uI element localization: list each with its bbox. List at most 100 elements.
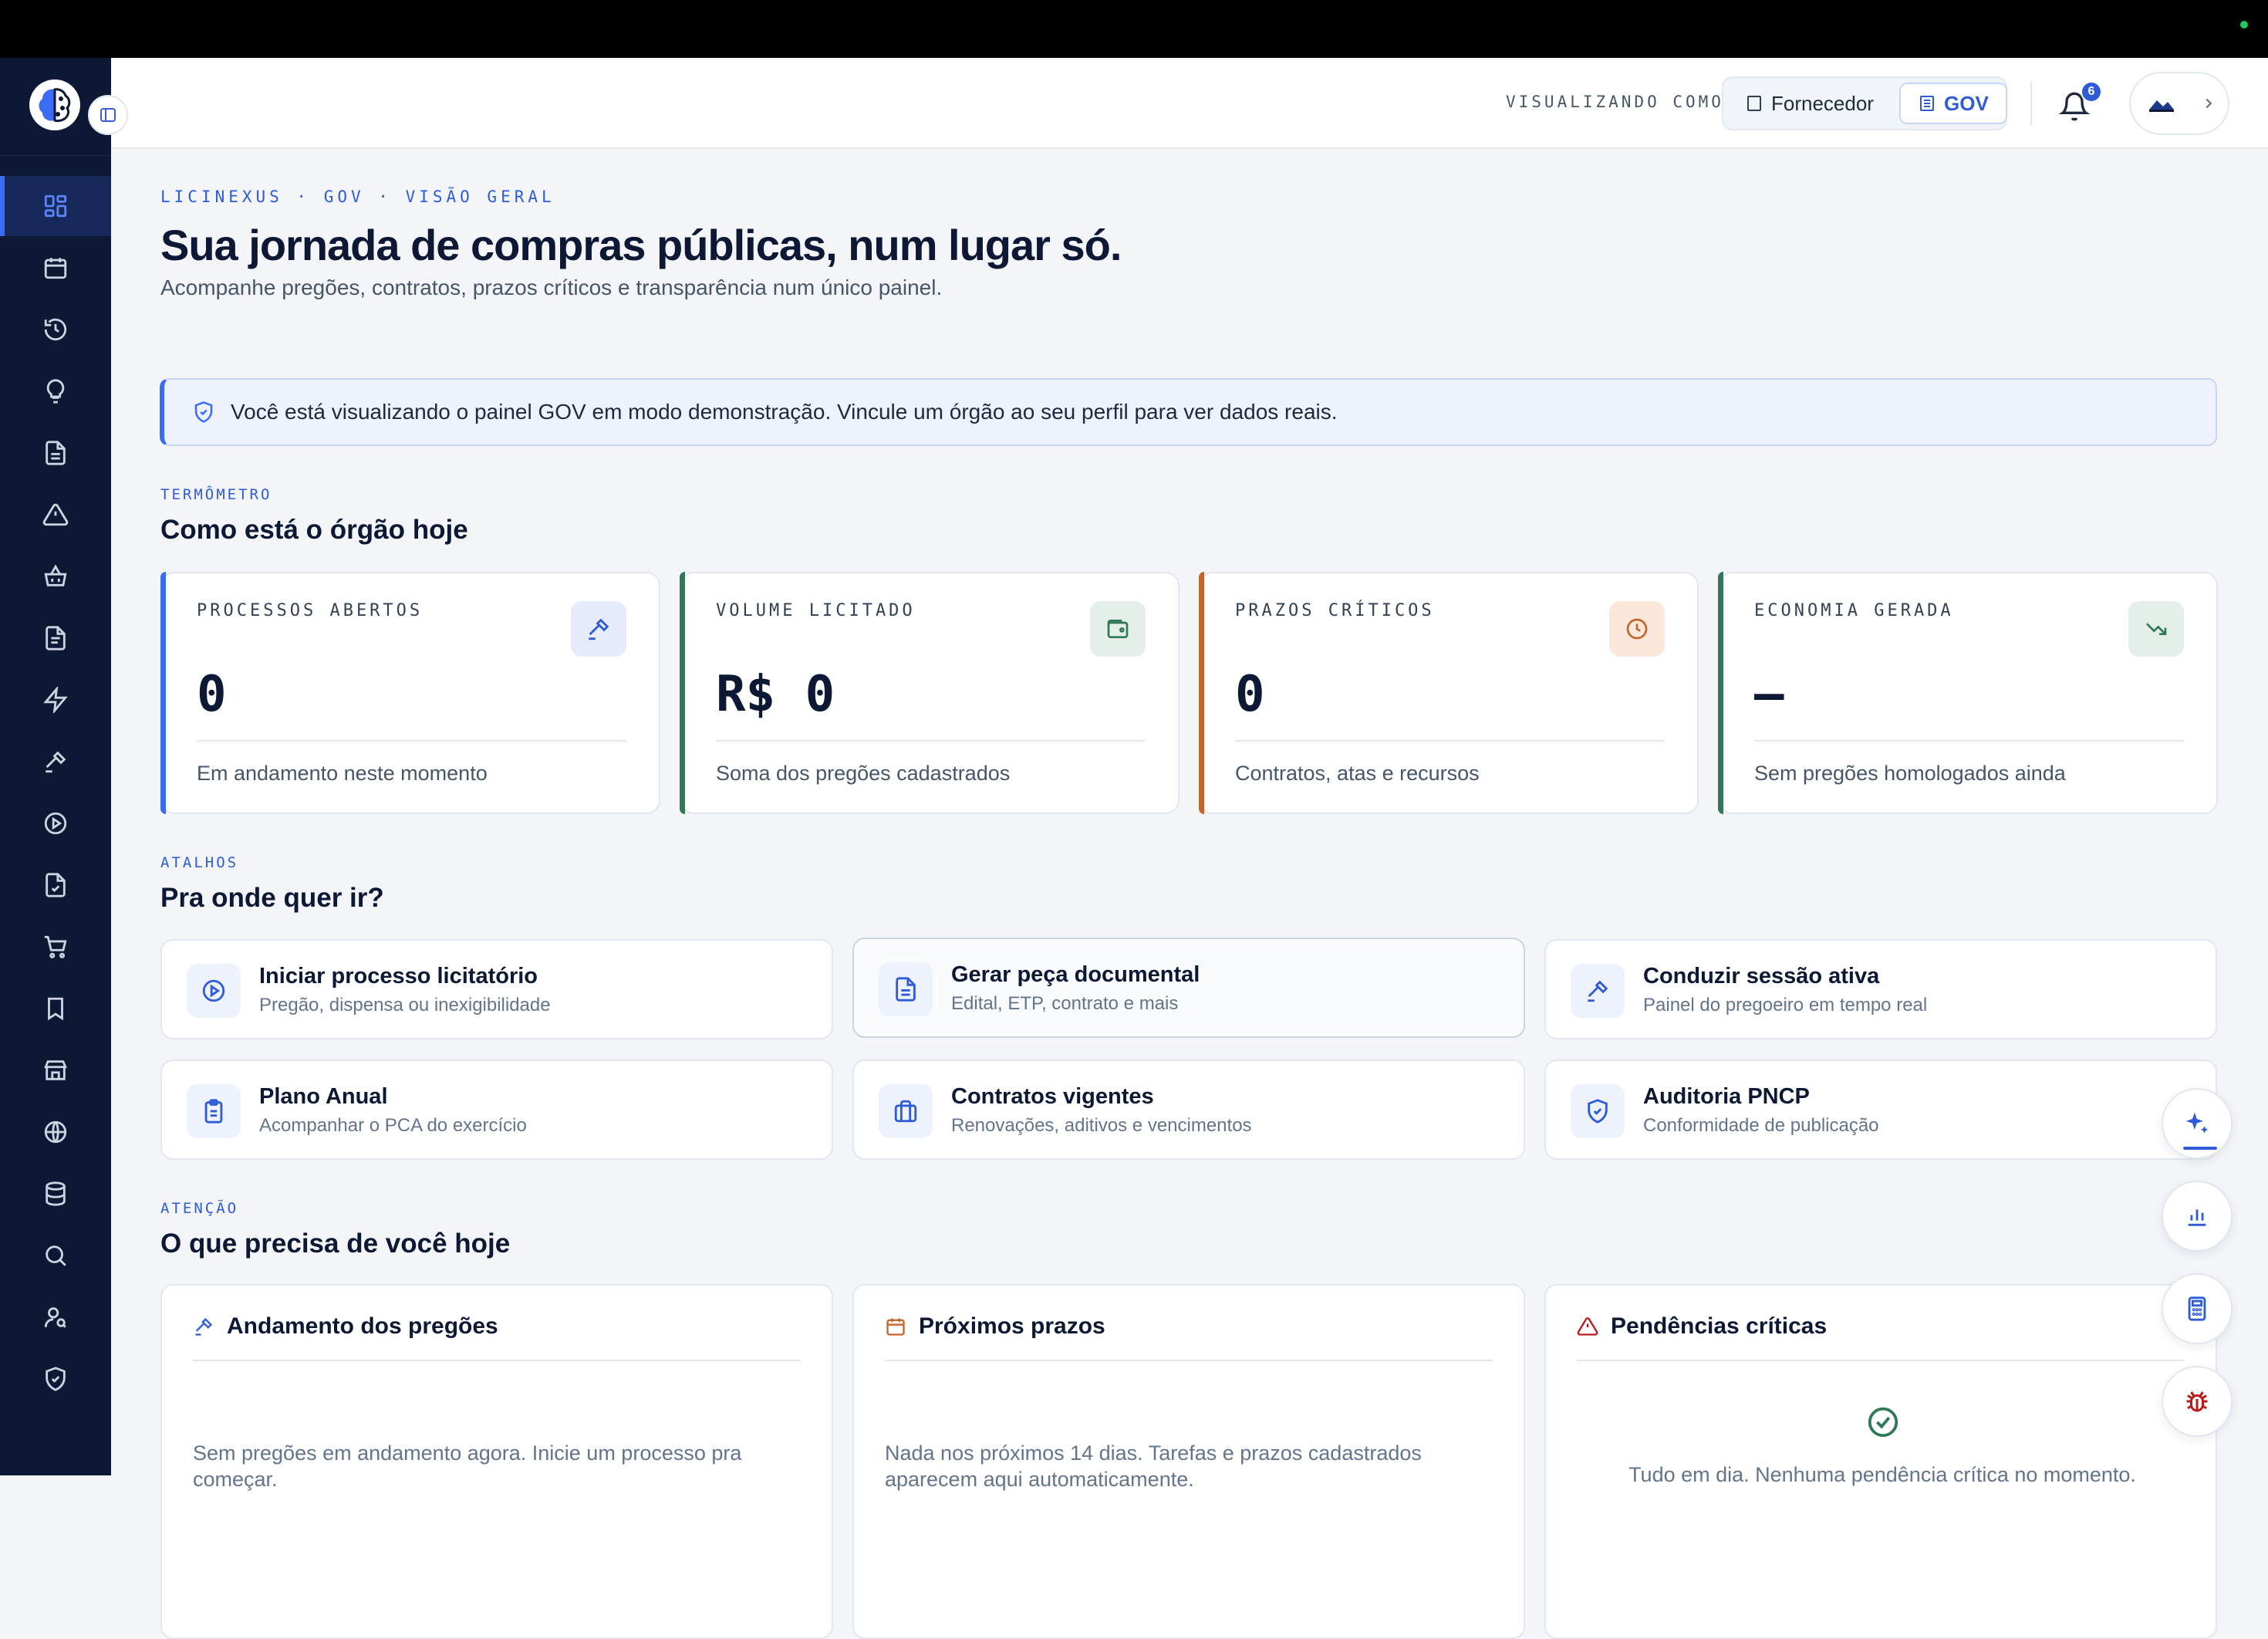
nav-insights[interactable] bbox=[0, 361, 111, 421]
file-text-icon bbox=[46, 626, 66, 651]
nav-auction[interactable] bbox=[0, 732, 111, 792]
ai-assistant-button[interactable] bbox=[2162, 1088, 2233, 1159]
nav-play[interactable] bbox=[0, 793, 111, 853]
calendar-icon bbox=[44, 258, 67, 279]
role-fornecedor-button[interactable]: Fornecedor bbox=[1728, 83, 1891, 124]
viewing-as-label: VISUALIZANDO COMO: bbox=[1506, 93, 1737, 111]
cart-icon bbox=[44, 935, 67, 958]
shortcut-title: Conduzir sessão ativa bbox=[1643, 964, 1880, 988]
play-circle-icon bbox=[44, 812, 67, 835]
kpi-accent-bar bbox=[1718, 572, 1723, 814]
lightbulb-icon bbox=[46, 379, 65, 404]
top-header: VISUALIZANDO COMO: Fornecedor GOV 6 bbox=[111, 58, 2268, 149]
nav-documents[interactable] bbox=[0, 423, 111, 483]
nav-checklist[interactable] bbox=[0, 855, 111, 915]
panel-divider bbox=[1577, 1360, 2185, 1361]
shortcut-description: Pregão, dispensa ou inexigibilidade bbox=[259, 995, 551, 1016]
shortcut-auditoria-pncp[interactable]: Auditoria PNCP Conformidade de publicaçã… bbox=[1544, 1059, 2217, 1160]
nav-user-search[interactable] bbox=[0, 1287, 111, 1347]
header-divider bbox=[2030, 81, 2032, 126]
shortcut-contratos-vigentes[interactable]: Contratos vigentes Renovações, aditivos … bbox=[852, 1059, 1525, 1160]
nav-history[interactable] bbox=[0, 299, 111, 360]
kpi-description: Soma dos pregões cadastrados bbox=[716, 762, 1011, 785]
panel-empty-text: Tudo em dia. Nenhuma pendência crítica n… bbox=[1628, 1463, 2136, 1486]
shortcut-title: Auditoria PNCP bbox=[1643, 1084, 1810, 1109]
nav-dashboard[interactable] bbox=[0, 176, 111, 236]
role-switcher: Fornecedor GOV bbox=[1722, 76, 2007, 130]
nav-reports[interactable] bbox=[0, 608, 111, 668]
sidebar-divider bbox=[0, 155, 111, 156]
nav-cart[interactable] bbox=[0, 917, 111, 977]
kpi-divider bbox=[197, 740, 626, 742]
panel-empty-text: Nada nos próximos 14 dias. Tarefas e pra… bbox=[885, 1441, 1422, 1491]
nav-search[interactable] bbox=[0, 1225, 111, 1286]
nav-bookmarks[interactable] bbox=[0, 978, 111, 1039]
store-icon bbox=[44, 1060, 67, 1080]
demo-notice: Você está visualizando o painel GOV em m… bbox=[160, 378, 2217, 446]
nav-calendar[interactable] bbox=[0, 238, 111, 298]
kpi-value: 0 bbox=[1235, 666, 1265, 723]
kpi-card-volume[interactable]: VOLUME LICITADO R$ 0 Soma dos pregões ca… bbox=[680, 572, 1180, 814]
ai-progress-indicator bbox=[2183, 1147, 2217, 1150]
shortcut-plano-anual[interactable]: Plano Anual Acompanhar o PCA do exercíci… bbox=[160, 1059, 833, 1160]
panel-proximos-prazos: Próximos prazos Nada nos próximos 14 dia… bbox=[852, 1284, 1525, 1639]
report-bug-button[interactable] bbox=[2162, 1366, 2233, 1437]
sidebar-toggle-icon bbox=[100, 108, 116, 122]
user-search-icon bbox=[44, 1307, 66, 1328]
shortcut-title: Contratos vigentes bbox=[951, 1084, 1154, 1109]
document-icon bbox=[879, 962, 933, 1016]
wallet-icon bbox=[1090, 601, 1146, 657]
kpi-description: Contratos, atas e recursos bbox=[1235, 762, 1480, 785]
government-building-icon bbox=[1920, 96, 1934, 111]
analytics-button[interactable] bbox=[2162, 1181, 2233, 1252]
profile-menu[interactable] bbox=[2129, 72, 2229, 135]
shortcut-gerar-peca[interactable]: Gerar peça documental Edital, ETP, contr… bbox=[852, 938, 1525, 1038]
lightning-icon bbox=[43, 687, 68, 713]
kpi-value: R$ 0 bbox=[716, 666, 835, 723]
kpi-card-processos[interactable]: PROCESSOS ABERTOS 0 Em andamento neste m… bbox=[160, 572, 660, 814]
kpi-card-economia[interactable]: ECONOMIA GERADA — Sem pregões homologado… bbox=[1718, 572, 2218, 814]
bug-icon bbox=[2186, 1391, 2208, 1412]
briefcase-icon bbox=[879, 1084, 933, 1138]
shortcut-title: Iniciar processo licitatório bbox=[259, 964, 538, 988]
shortcut-description: Renovações, aditivos e vencimentos bbox=[951, 1115, 1252, 1136]
nav-quick[interactable] bbox=[0, 670, 111, 730]
document-icon bbox=[46, 441, 66, 465]
role-gov-button[interactable]: GOV bbox=[1899, 83, 2007, 124]
sparkles-icon bbox=[2185, 1112, 2209, 1134]
gavel-icon bbox=[1571, 964, 1625, 1018]
kpi-description: Em andamento neste momento bbox=[197, 762, 488, 785]
thermometer-title: Como está o órgão hoje bbox=[160, 515, 468, 545]
attention-eyebrow: ATENÇÃO bbox=[160, 1200, 239, 1217]
shortcut-iniciar-processo[interactable]: Iniciar processo licitatório Pregão, dis… bbox=[160, 939, 833, 1039]
kpi-divider bbox=[1235, 740, 1665, 742]
app-logo[interactable] bbox=[29, 79, 80, 130]
panel-header: Pendências críticas bbox=[1577, 1313, 1827, 1340]
kpi-description: Sem pregões homologados ainda bbox=[1754, 762, 2066, 785]
shield-check-icon bbox=[46, 1367, 66, 1391]
shortcut-conduzir-sessao[interactable]: Conduzir sessão ativa Painel do pregoeir… bbox=[1544, 939, 2217, 1039]
shield-check-icon bbox=[194, 401, 213, 423]
status-dot bbox=[2240, 21, 2248, 29]
kpi-label: VOLUME LICITADO bbox=[716, 601, 916, 620]
kpi-card-prazos[interactable]: PRAZOS CRÍTICOS 0 Contratos, atas e recu… bbox=[1199, 572, 1699, 814]
calculator-button[interactable] bbox=[2162, 1273, 2233, 1344]
nav-alerts[interactable] bbox=[0, 485, 111, 545]
nav-basket[interactable] bbox=[0, 546, 111, 607]
kpi-value: 0 bbox=[197, 666, 227, 723]
shortcut-description: Painel do pregoeiro em tempo real bbox=[1643, 995, 1928, 1016]
collapse-sidebar-button[interactable] bbox=[88, 95, 128, 135]
kpi-accent-bar bbox=[680, 572, 685, 814]
shortcut-title: Plano Anual bbox=[259, 1084, 388, 1109]
database-icon bbox=[46, 1181, 66, 1206]
file-check-icon bbox=[46, 873, 66, 897]
shortcut-title: Gerar peça documental bbox=[951, 962, 1200, 987]
nav-database[interactable] bbox=[0, 1164, 111, 1224]
shield-check-icon bbox=[1571, 1084, 1625, 1138]
panel-header: Próximos prazos bbox=[885, 1313, 1105, 1340]
role-gov-label: GOV bbox=[1944, 91, 1989, 115]
nav-security[interactable] bbox=[0, 1349, 111, 1409]
globe-icon bbox=[44, 1120, 67, 1144]
nav-store[interactable] bbox=[0, 1040, 111, 1100]
nav-globe[interactable] bbox=[0, 1102, 111, 1162]
